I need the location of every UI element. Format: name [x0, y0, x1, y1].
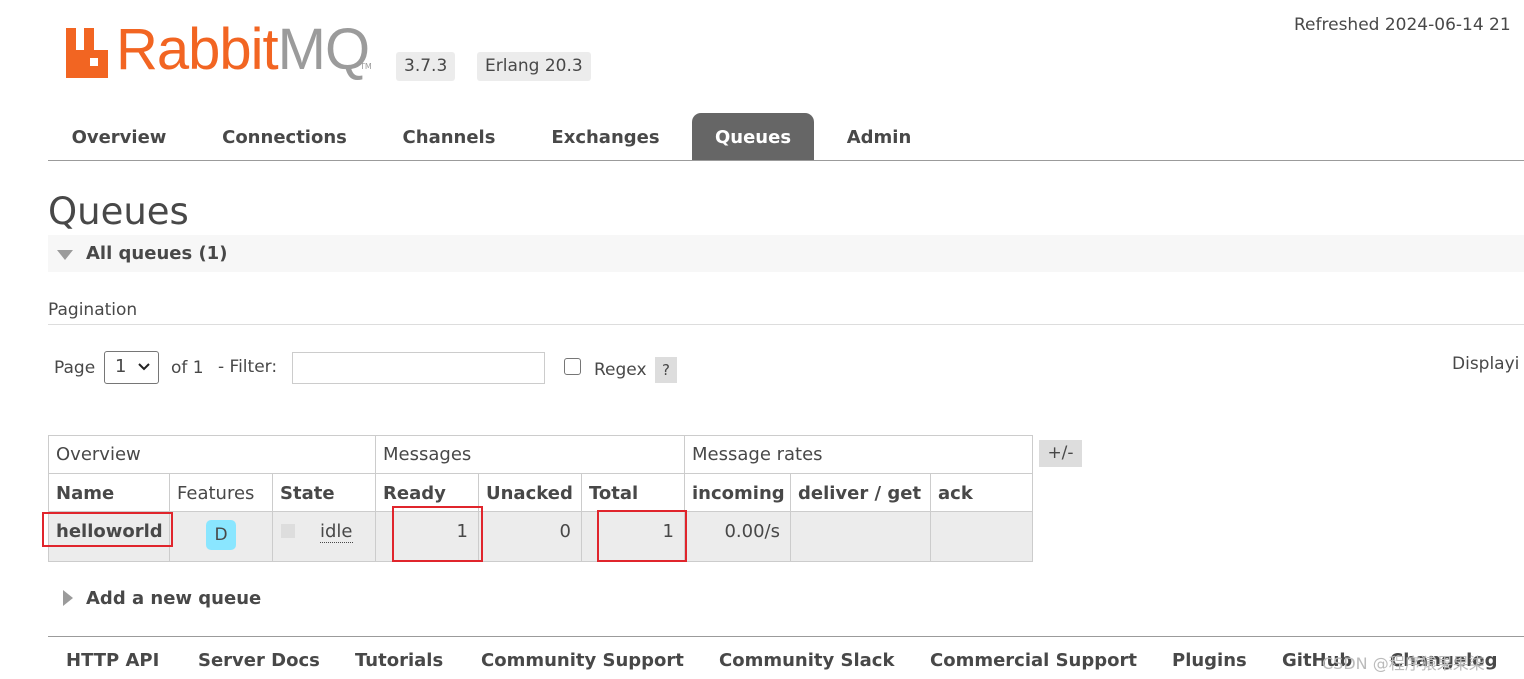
durable-feature-badge: D: [206, 520, 236, 550]
logo-wordmark: RabbitMQ: [116, 17, 370, 82]
column-header-name[interactable]: Name: [48, 473, 169, 511]
tab-channels[interactable]: Channels: [388, 113, 510, 160]
displaying-text: Displayi: [1452, 354, 1520, 374]
footer-divider: [48, 636, 1524, 637]
divider: [48, 324, 1524, 325]
queue-name-link[interactable]: helloworld: [48, 511, 169, 562]
filter-label: - Filter:: [218, 357, 278, 377]
column-header-incoming[interactable]: incoming: [684, 473, 790, 511]
page-title: Queues: [48, 190, 189, 233]
tab-admin[interactable]: Admin: [832, 113, 926, 160]
version-badge: 3.7.3: [396, 52, 456, 81]
footer-link-community-slack[interactable]: Community Slack: [719, 650, 894, 671]
state-indicator-icon: [281, 524, 295, 538]
erlang-version-badge: Erlang 20.3: [477, 52, 591, 81]
page-count-label: of 1: [171, 358, 204, 378]
all-queues-section-toggle[interactable]: All queues (1): [48, 235, 1524, 272]
page-label: Page: [54, 358, 96, 378]
state-cell: idle: [272, 511, 375, 562]
page-select-value: 1: [115, 356, 127, 377]
pagination-heading: Pagination: [48, 300, 138, 320]
collapse-triangle-icon: [57, 250, 73, 260]
column-toggle-button[interactable]: +/-: [1039, 440, 1082, 467]
incoming-rate: 0.00/s: [684, 511, 790, 562]
ready-count: 1: [375, 511, 478, 562]
total-count: 1: [581, 511, 684, 562]
tab-connections[interactable]: Connections: [208, 113, 361, 160]
add-queue-label: Add a new queue: [86, 588, 262, 609]
footer-link-tutorials[interactable]: Tutorials: [355, 650, 443, 671]
main-nav-tabs: Overview Connections Channels Exchanges …: [48, 113, 1524, 161]
unacked-count: 0: [478, 511, 581, 562]
footer-link-commercial-support[interactable]: Commercial Support: [930, 650, 1137, 671]
ack-rate: [930, 511, 1033, 562]
chevron-down-icon: [138, 363, 150, 371]
logo-trademark: TM: [360, 62, 372, 71]
column-header-ready[interactable]: Ready: [375, 473, 478, 511]
column-header-ack[interactable]: ack: [930, 473, 1033, 511]
watermark: CSDN @程序猿果果柒: [1322, 654, 1485, 673]
rabbitmq-logo-icon: [66, 28, 108, 78]
footer-link-server-docs[interactable]: Server Docs: [198, 650, 320, 671]
column-header-unacked[interactable]: Unacked: [478, 473, 581, 511]
regex-help-button[interactable]: ?: [655, 357, 677, 383]
regex-label: Regex: [594, 360, 647, 380]
group-header-overview: Overview: [48, 435, 375, 473]
features-cell: D: [169, 511, 272, 562]
page-select[interactable]: 1: [104, 351, 159, 384]
tab-exchanges[interactable]: Exchanges: [538, 113, 673, 160]
tab-overview[interactable]: Overview: [54, 113, 184, 160]
footer-link-http-api[interactable]: HTTP API: [66, 650, 159, 671]
column-header-total[interactable]: Total: [581, 473, 684, 511]
section-label: All queues (1): [86, 243, 228, 264]
regex-checkbox[interactable]: [564, 358, 581, 375]
filter-input[interactable]: [292, 352, 545, 384]
group-header-message-rates: Message rates: [684, 435, 1033, 473]
tab-queues[interactable]: Queues: [692, 113, 814, 160]
refreshed-timestamp: Refreshed 2024-06-14 21: [1294, 15, 1511, 35]
column-header-features: Features: [169, 473, 272, 511]
deliver-get-rate: [790, 511, 930, 562]
state-text: idle: [320, 512, 353, 543]
footer-link-plugins[interactable]: Plugins: [1172, 650, 1247, 671]
expand-triangle-icon: [63, 590, 73, 606]
footer-link-community-support[interactable]: Community Support: [481, 650, 684, 671]
column-header-state[interactable]: State: [272, 473, 375, 511]
column-header-deliver-get[interactable]: deliver / get: [790, 473, 930, 511]
group-header-messages: Messages: [375, 435, 684, 473]
